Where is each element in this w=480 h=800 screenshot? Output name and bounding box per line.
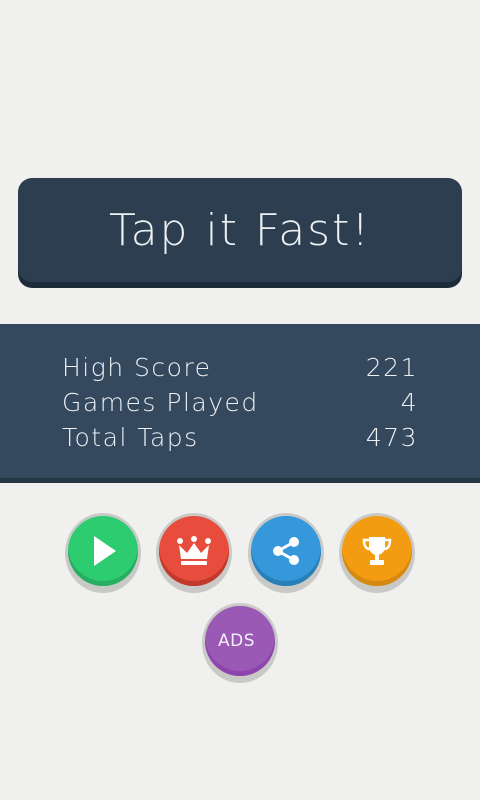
- stat-row-games-played: Games Played 4: [62, 385, 418, 419]
- stat-value: 473: [365, 422, 418, 452]
- stat-label: Games Played: [62, 387, 259, 417]
- stat-value: 221: [365, 352, 418, 382]
- no-ads-icon: ADS: [218, 626, 262, 656]
- ads-label: ADS: [218, 631, 256, 651]
- leaderboard-button[interactable]: [156, 513, 232, 593]
- share-icon: [273, 537, 299, 565]
- crown-icon: [177, 536, 211, 565]
- game-title: Tap it Fast!: [109, 204, 371, 256]
- stat-row-total-taps: Total Taps 473: [62, 420, 418, 454]
- stat-value: 4: [400, 387, 418, 417]
- trophy-icon: [362, 537, 392, 565]
- play-button[interactable]: [65, 513, 141, 593]
- stat-label: High Score: [62, 352, 212, 382]
- achievements-button[interactable]: [339, 513, 415, 593]
- share-button[interactable]: [248, 513, 324, 593]
- remove-ads-button[interactable]: ADS: [202, 603, 278, 683]
- strike-through-icon: [255, 638, 262, 644]
- play-icon: [94, 536, 116, 566]
- stat-label: Total Taps: [62, 422, 199, 452]
- stat-row-high-score: High Score 221: [62, 350, 418, 384]
- title-banner: Tap it Fast!: [18, 178, 462, 282]
